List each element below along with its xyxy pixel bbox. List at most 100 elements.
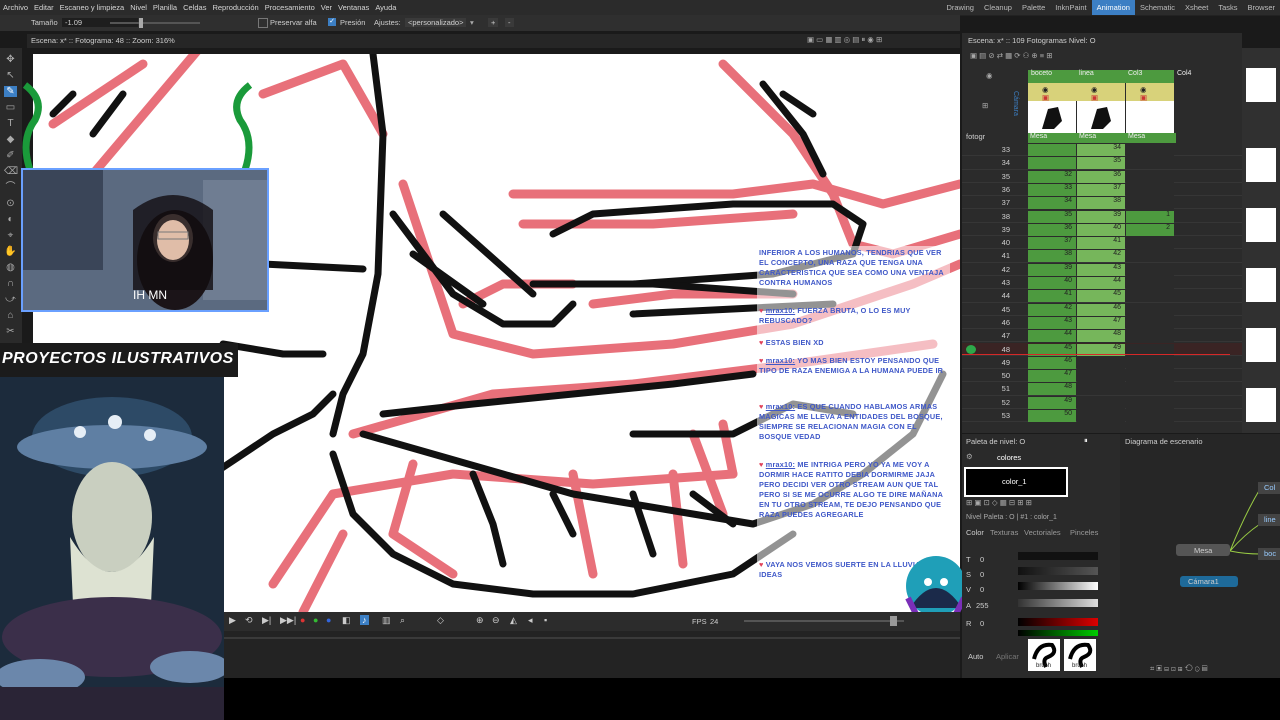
xsheet-cell[interactable]: 44 [1077,277,1125,289]
xsheet-cell[interactable] [1126,303,1174,316]
palette-toolbar-icons[interactable]: ⊞ ▣ ⊡ ◇ ▦ ⊟ ⊞ ⊞ [966,498,1032,507]
channel-value[interactable]: 0 [980,585,984,594]
brush-preset[interactable]: brush [1064,639,1096,671]
sound-icon[interactable]: ♪ [360,615,369,625]
channel-value[interactable]: 255 [976,601,989,610]
xsheet-row[interactable]: 35 32 36 [962,170,1242,183]
xsheet-cell[interactable]: 48 [1028,383,1076,396]
xsheet-cell[interactable]: 47 [1077,316,1125,329]
iron-tool-icon[interactable]: ⌂ [4,310,17,321]
channel-slider[interactable] [1018,630,1098,636]
preview-toggle[interactable] [1077,83,1125,101]
column-header[interactable]: boceto [1028,70,1077,83]
frame-number[interactable]: 51 [982,384,1010,393]
channel-value[interactable]: 0 [980,555,984,564]
xsheet-cell[interactable]: 46 [1077,303,1125,316]
room-xsheet[interactable]: Xsheet [1180,0,1213,15]
xsheet-row[interactable]: 52 49 [962,396,1242,409]
frame-number[interactable]: 41 [982,251,1010,260]
xsheet-cell[interactable] [1126,410,1174,422]
room-schematic[interactable]: Schematic [1135,0,1180,15]
xsheet-cell[interactable]: 36 [1028,223,1076,236]
frame-number[interactable]: 45 [982,305,1010,314]
xsheet-cell[interactable] [1126,144,1174,156]
xsheet-cell[interactable] [1126,197,1174,210]
channel-slider[interactable] [1018,552,1098,560]
menu-editar[interactable]: Editar [31,0,57,15]
xsheet-cell[interactable]: 37 [1077,183,1125,196]
menu-ventanas[interactable]: Ventanas [335,0,372,15]
xsheet-cell[interactable]: 38 [1028,250,1076,263]
current-frame-marker-icon[interactable] [966,344,976,354]
xsheet-row[interactable]: 33 34 [962,143,1242,157]
xsheet-cell[interactable]: 41 [1028,290,1076,303]
xsheet-cell[interactable] [1077,410,1125,422]
xsheet-cell[interactable] [1028,144,1076,156]
xsheet-row[interactable]: 46 43 47 [962,316,1242,330]
add-column-icon[interactable]: ⊞ [982,101,988,110]
rgb-picker-icon[interactable]: ◐ [4,214,17,225]
xsheet-cell[interactable] [1126,277,1174,289]
preview-toggle[interactable] [1028,83,1077,101]
fps-slider[interactable] [744,620,904,622]
xsheet-row[interactable]: 51 48 [962,382,1242,396]
size-slider[interactable] [110,22,200,24]
tab-vectoriales[interactable]: Vectoriales [1024,528,1061,537]
apply-button[interactable]: Aplicar [996,652,1019,661]
preview-toggle[interactable] [1126,83,1174,101]
chevron-down-icon[interactable]: ▾ [470,18,474,27]
pinch-tool-icon[interactable]: ✋ [4,246,17,257]
frame-number[interactable]: 53 [982,411,1010,420]
xsheet-cell[interactable] [1126,263,1174,276]
schematic-toolbar-icons[interactable]: ⌗ ▣ ⊟ ⊡ ⊞ ⟲ ⊙ ▤ [1150,664,1207,674]
size-slider-handle[interactable] [139,18,143,28]
level-strip[interactable] [1242,48,1280,433]
brush-preset[interactable]: brush [1028,639,1060,671]
auto-button[interactable]: Auto [968,652,983,661]
xsheet-cell[interactable] [1077,356,1125,369]
xsheet-toolbar-icons[interactable]: ▣ ▤ ⊘ ⇄ ▦ ⟳ ⚇ ⊕ ≡ ⊞ [970,51,1053,60]
level-strip-frame[interactable] [1246,148,1276,182]
xsheet-cell[interactable] [1126,383,1174,396]
room-animation[interactable]: Animation [1091,0,1135,15]
xsheet-cell[interactable]: 50 [1028,410,1076,422]
frame-number[interactable]: 34 [982,158,1010,167]
menu-archivo[interactable]: Archivo [0,0,31,15]
schematic-node-boc[interactable]: boc [1258,548,1280,560]
channel-slider[interactable] [1018,599,1098,607]
bender-tool-icon[interactable]: ⤻ [4,294,17,305]
prev-key-icon[interactable]: ◂ [528,615,533,626]
menu-procesamiento[interactable]: Procesamiento [262,0,318,15]
histogram-icon[interactable]: ▥ [382,615,391,626]
last-frame-icon[interactable]: ▶▶| [280,615,296,626]
channel-slider[interactable] [1018,567,1098,575]
play-icon[interactable]: ▶ [229,615,236,626]
zoom-in-icon[interactable]: ⊕ [476,615,484,626]
xsheet-cell[interactable] [1126,183,1174,196]
channel-value[interactable]: 0 [980,619,984,628]
frame-number[interactable]: 40 [982,238,1010,247]
xsheet-cell[interactable] [1126,330,1174,343]
schematic-node-col[interactable]: Col [1258,482,1280,494]
menu-escaneo[interactable]: Escaneo y limpieza [57,0,128,15]
xsheet-cell[interactable] [1126,356,1174,369]
xsheet-cell[interactable] [1126,157,1174,170]
xsheet-cell[interactable]: 40 [1028,277,1076,289]
menu-ver[interactable]: Ver [318,0,335,15]
xsheet-cell[interactable]: 36 [1077,170,1125,183]
xsheet-row[interactable]: 34 35 [962,156,1242,170]
channel-slider[interactable] [1018,582,1098,590]
xsheet-cell[interactable] [1126,396,1174,409]
menu-nivel[interactable]: Nivel [127,0,150,15]
xsheet-row[interactable]: 41 38 42 [962,249,1242,263]
xsheet-cell[interactable] [1077,396,1125,409]
xsheet-cell[interactable]: 39 [1028,263,1076,276]
xsheet-row[interactable]: 39 36 40 2 [962,223,1242,237]
xsheet-cell[interactable]: 34 [1028,197,1076,210]
xsheet-row[interactable]: 49 46 [962,356,1242,370]
room-browser[interactable]: Browser [1242,0,1280,15]
pegbar-label[interactable]: Mesa [1077,133,1127,143]
xsheet-row[interactable]: 45 42 46 [962,303,1242,316]
xsheet-row[interactable]: 48 45 49 [962,342,1242,356]
xsheet-cell[interactable]: 32 [1028,170,1076,183]
